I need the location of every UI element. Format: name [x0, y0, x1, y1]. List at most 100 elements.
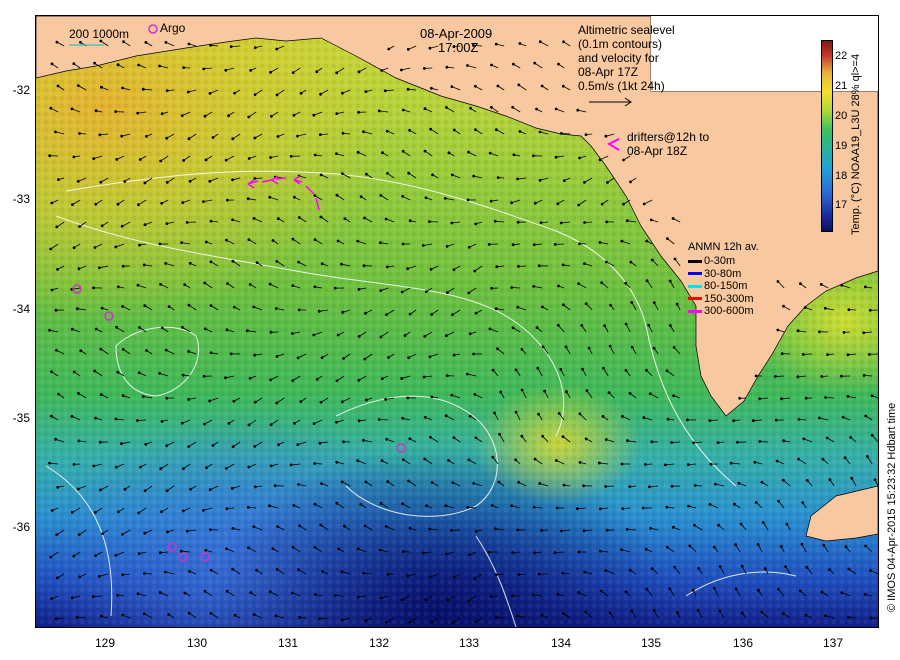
velocity-arrow-head: [535, 326, 539, 330]
velocity-arrow-head: [136, 283, 140, 287]
velocity-arrow-head: [510, 504, 514, 508]
velocity-arrow-head: [511, 62, 515, 66]
velocity-arrow-head: [431, 173, 434, 177]
velocity-arrow-head: [296, 443, 300, 447]
velocity-arrow-head: [386, 171, 389, 175]
velocity-arrow-head: [736, 440, 739, 444]
velocity-arrow-head: [561, 263, 565, 267]
velocity-arrow-head: [604, 260, 608, 264]
velocity-arrow-head: [796, 375, 800, 379]
velocity-arrow-head: [252, 525, 256, 529]
velocity-arrow-head: [386, 573, 390, 576]
velocity-arrow-head: [697, 567, 700, 570]
velocity-arrow-head: [430, 620, 434, 624]
velocity-arrow-head: [72, 155, 76, 159]
velocity-arrow-head: [564, 345, 568, 349]
velocity-arrow-head: [565, 390, 568, 394]
lon-tick: 133: [458, 636, 480, 650]
velocity-arrow-head: [313, 546, 317, 549]
velocity-arrow-head: [364, 619, 368, 622]
velocity-arrow-head: [740, 564, 744, 568]
velocity-arrow-head: [201, 200, 205, 204]
velocity-arrow-head: [121, 573, 125, 577]
velocity-arrow-head: [717, 523, 721, 527]
velocity-arrow-head: [383, 89, 387, 93]
velocity-arrow-head: [335, 152, 338, 156]
velocity-arrow-head: [298, 524, 302, 528]
velocity-arrow-head: [114, 417, 118, 421]
velocity-arrow-head: [356, 595, 360, 599]
velocity-arrow-head: [233, 91, 237, 95]
velocity-arrow-head: [737, 481, 741, 485]
velocity-arrow-head: [225, 589, 229, 593]
velocity-arrow-head: [385, 313, 388, 317]
map-time: 17:00Z: [438, 40, 479, 55]
velocity-arrow-head: [642, 202, 646, 206]
velocity-arrow-head: [649, 218, 653, 222]
velocity-arrow-head: [341, 131, 345, 135]
velocity-arrow-head: [516, 614, 519, 618]
velocity-arrow-head: [645, 279, 649, 283]
altimetry-note-2: (0.1m contours): [578, 37, 663, 51]
velocity-arrow-head: [847, 567, 851, 571]
velocity-arrow-head: [429, 267, 433, 271]
velocity-arrow-head: [181, 373, 185, 377]
velocity-arrow-head: [268, 282, 272, 286]
velocity-arrow-head: [362, 264, 366, 268]
velocity-arrow-head: [386, 480, 390, 484]
velocity-arrow-head: [211, 444, 215, 447]
velocity-arrow-head: [510, 201, 514, 205]
velocity-arrow-head: [50, 288, 54, 292]
velocity-arrow-head: [91, 595, 95, 598]
velocity-arrow-head: [577, 203, 581, 207]
map-panel[interactable]: [35, 15, 879, 628]
velocity-arrow-head: [123, 180, 127, 183]
velocity-arrow-head: [691, 588, 695, 592]
velocity-arrow-head: [55, 617, 58, 621]
velocity-arrow-head: [648, 392, 652, 396]
velocity-arrow-head: [224, 466, 228, 470]
velocity-arrow-head: [117, 510, 120, 514]
velocity-arrow-head: [870, 433, 874, 437]
anmn-legend-item: 80-150m: [688, 280, 747, 292]
lon-tick: 132: [368, 636, 390, 650]
velocity-arrow-head: [225, 198, 229, 202]
velocity-arrow-head: [533, 201, 537, 205]
velocity-arrow-head: [402, 550, 405, 553]
velocity-arrow-head: [511, 243, 515, 247]
velocity-arrow-head: [668, 587, 672, 591]
velocity-arrow-head: [401, 242, 405, 246]
velocity-arrow-head: [167, 305, 171, 309]
velocity-arrow-head: [138, 326, 141, 329]
velocity-arrow-head: [181, 201, 185, 205]
velocity-arrow-head: [121, 394, 125, 398]
velocity-arrow-head: [824, 614, 827, 618]
velocity-arrow-head: [356, 150, 360, 154]
velocity-arrow-head: [71, 510, 74, 514]
velocity-arrow-head: [55, 533, 59, 537]
velocity-arrow-head: [532, 505, 536, 509]
velocity-arrow-head: [423, 149, 427, 153]
velocity-arrow-head: [676, 611, 679, 614]
velocity-arrow-head: [55, 40, 59, 44]
velocity-arrow-head: [253, 444, 257, 448]
velocity-arrow-head: [209, 260, 213, 264]
velocity-arrow-head: [516, 305, 520, 309]
velocity-arrow-head: [620, 462, 624, 466]
velocity-arrow-head: [56, 84, 60, 88]
velocity-arrow-head: [583, 570, 587, 574]
velocity-arrow-head: [94, 327, 98, 331]
velocity-arrow-head: [209, 43, 213, 47]
velocity-arrow-head: [50, 201, 54, 205]
velocity-arrow-head: [429, 86, 433, 90]
velocity-arrow-head: [137, 552, 141, 556]
velocity-arrow-head: [490, 286, 494, 290]
velocity-arrow-head: [55, 225, 59, 229]
velocity-arrow-head: [649, 526, 653, 530]
velocity-arrow-head: [626, 439, 629, 443]
velocity-arrow-head: [543, 389, 547, 393]
velocity-arrow-head: [77, 439, 81, 443]
velocity-arrow-head: [541, 434, 545, 438]
velocity-arrow-head: [644, 547, 648, 551]
velocity-arrow-head: [48, 154, 52, 158]
